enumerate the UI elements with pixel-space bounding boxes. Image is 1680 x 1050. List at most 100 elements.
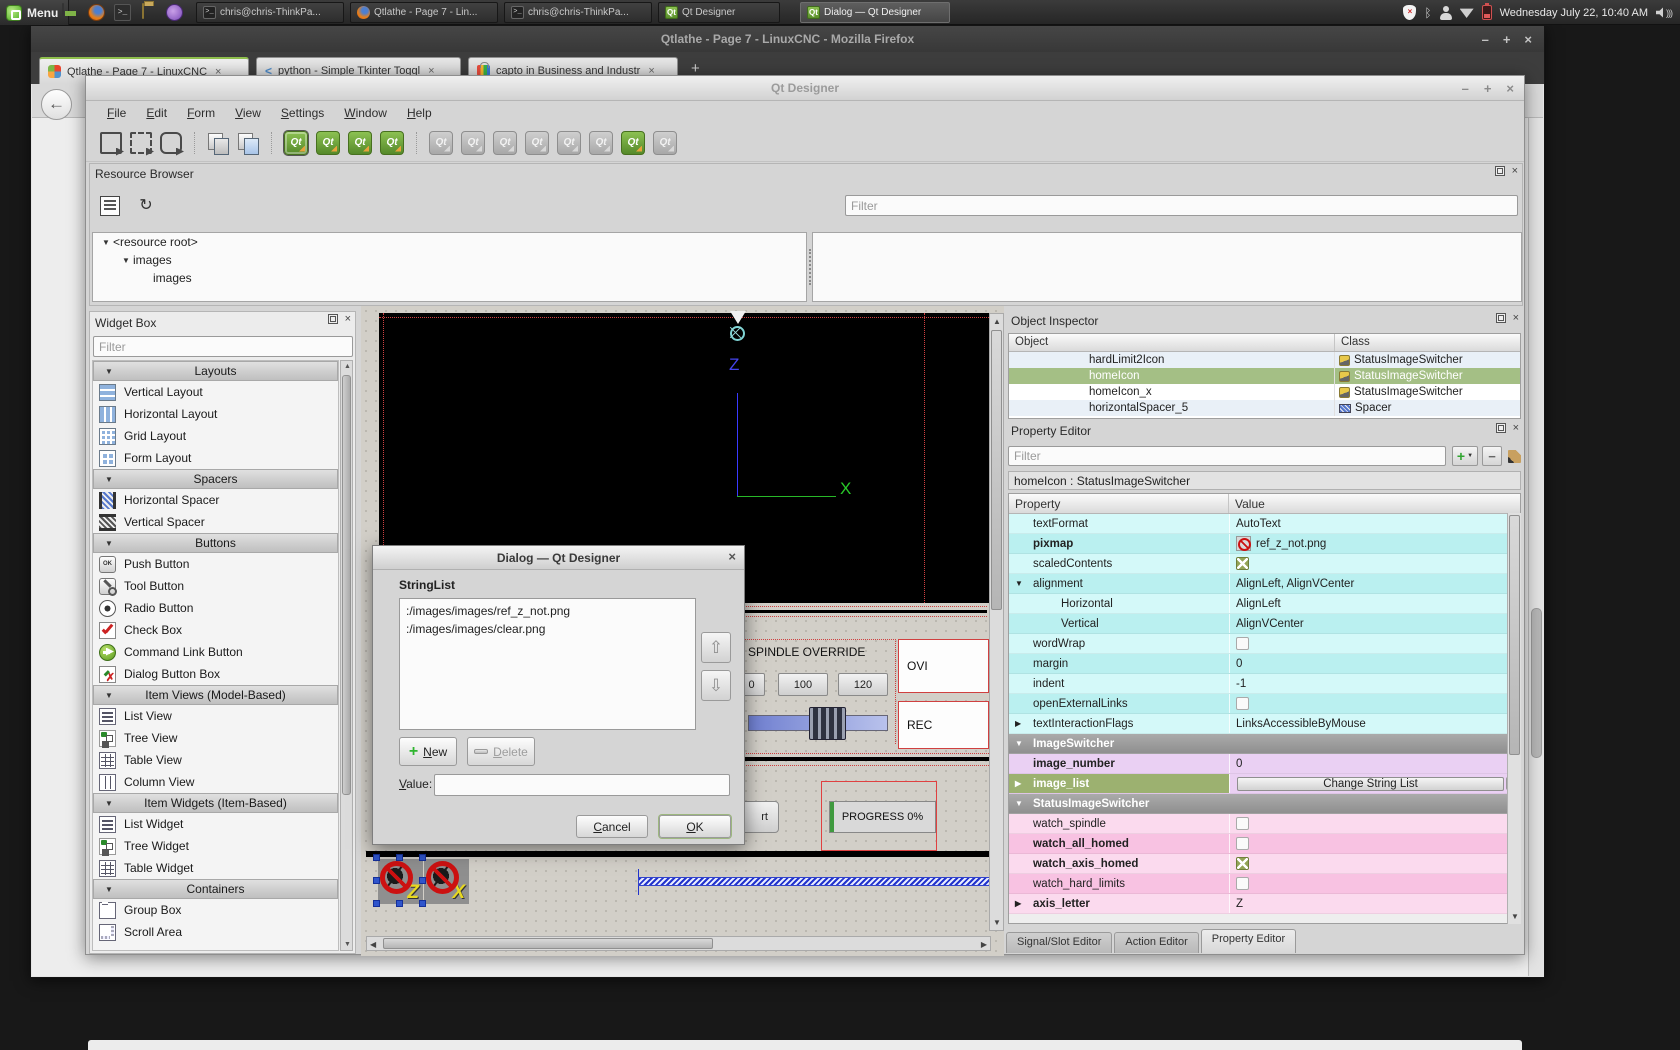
scroll-left-icon[interactable]: ◀: [370, 940, 376, 949]
qt-tool-disabled-icon[interactable]: Qt: [493, 131, 517, 155]
widget-list-view[interactable]: List View: [93, 705, 338, 727]
form-vertical-scrollbar[interactable]: ▲ ▼: [989, 313, 1004, 931]
expander-open-icon[interactable]: ▼: [1015, 739, 1023, 748]
maximize-icon[interactable]: +: [1503, 32, 1511, 47]
scrollbar-thumb[interactable]: [383, 938, 713, 949]
checkbox-unchecked-icon[interactable]: [1236, 697, 1249, 710]
resource-tree-panel[interactable]: ▼ <resource root> ▼ images images: [92, 232, 807, 302]
delete-button[interactable]: Delete: [467, 737, 535, 766]
edit-signals-icon[interactable]: [130, 132, 152, 154]
list-item[interactable]: :/images/images/ref_z_not.png: [406, 602, 689, 620]
edit-widgets-icon[interactable]: [100, 132, 122, 154]
close-icon[interactable]: ×: [728, 549, 736, 564]
bluetooth-icon[interactable]: ᛒ: [1424, 6, 1431, 20]
dock-float-icon[interactable]: [328, 314, 338, 324]
menu-form[interactable]: Form: [178, 103, 224, 123]
qt-titlebar[interactable]: Qt Designer – + ×: [86, 76, 1524, 101]
configure-button[interactable]: [1506, 446, 1522, 466]
widget-push-button[interactable]: OKPush Button: [93, 553, 338, 575]
expander-closed-icon[interactable]: ▶: [1015, 899, 1021, 908]
object-row-horizontalspacer[interactable]: horizontalSpacer_5 Spacer: [1009, 400, 1520, 416]
menu-file[interactable]: File: [98, 103, 135, 123]
selection-handle[interactable]: [396, 854, 403, 861]
widget-horizontal-spacer[interactable]: Horizontal Spacer: [93, 489, 338, 511]
property-filter-input[interactable]: [1008, 446, 1446, 466]
property-row[interactable]: ▶axis_letterZ: [1009, 894, 1520, 914]
property-row[interactable]: scaledContents: [1009, 554, 1520, 574]
category-buttons[interactable]: ▼Buttons: [93, 533, 338, 553]
ok-button[interactable]: OK: [659, 815, 731, 838]
tab-property-editor[interactable]: Property Editor: [1201, 929, 1296, 953]
tab-action-editor[interactable]: Action Editor: [1114, 932, 1198, 953]
widget-filter-input[interactable]: [93, 336, 353, 357]
firefox-launcher-icon[interactable]: [88, 4, 105, 21]
property-row-selected[interactable]: ▶image_listChange String List: [1009, 774, 1520, 794]
copy-icon[interactable]: [207, 132, 229, 154]
selection-handle[interactable]: [373, 854, 380, 861]
move-up-button[interactable]: ⇧: [701, 632, 731, 663]
close-icon[interactable]: ×: [1506, 81, 1514, 96]
dialog-titlebar[interactable]: Dialog — Qt Designer ×: [373, 546, 744, 570]
checkbox-unchecked-icon[interactable]: [1236, 817, 1249, 830]
tree-item-images[interactable]: ▼ images: [93, 251, 806, 269]
property-row[interactable]: image_number0: [1009, 754, 1520, 774]
form-horizontal-scrollbar[interactable]: ◀ ▶: [366, 936, 991, 951]
task-button-terminal-1[interactable]: >_ chris@chris-ThinkPa...: [196, 2, 344, 23]
firefox-titlebar[interactable]: Qtlathe - Page 7 - LinuxCNC - Mozilla Fi…: [31, 26, 1544, 52]
scroll-up-icon[interactable]: ▲: [343, 363, 352, 370]
checkbox-checked-icon[interactable]: [1236, 857, 1249, 870]
change-string-list-button[interactable]: Change String List: [1237, 777, 1504, 791]
category-containers[interactable]: ▼Containers: [93, 879, 338, 899]
object-row-homeicon-x[interactable]: homeIcon_x StatusImageSwitcher: [1009, 384, 1520, 400]
checkbox-checked-icon[interactable]: [1236, 557, 1249, 570]
widget-table-widget[interactable]: Table Widget: [93, 857, 338, 879]
scroll-up-icon[interactable]: ▲: [993, 317, 1001, 326]
scrollbar-thumb[interactable]: [1509, 515, 1520, 755]
menu-window[interactable]: Window: [335, 103, 396, 123]
scroll-down-icon[interactable]: ▼: [343, 941, 352, 948]
object-row-homeicon-selected[interactable]: homeIcon StatusImageSwitcher: [1009, 368, 1520, 384]
splitter-handle[interactable]: [809, 249, 813, 285]
widget-grid-layout[interactable]: Grid Layout: [93, 425, 338, 447]
show-desktop-icon[interactable]: [62, 3, 64, 19]
terminal-launcher-icon[interactable]: >_: [114, 4, 131, 21]
cancel-button[interactable]: Cancel: [576, 815, 648, 838]
category-item-widgets[interactable]: ▼Item Widgets (Item-Based): [93, 793, 338, 813]
property-table-header[interactable]: Property Value: [1009, 494, 1520, 514]
battery-icon[interactable]: [1482, 5, 1492, 20]
minimize-icon[interactable]: –: [1462, 81, 1469, 96]
paste-icon[interactable]: [237, 132, 259, 154]
menu-edit[interactable]: Edit: [137, 103, 176, 123]
override-button-120[interactable]: 120: [838, 673, 888, 696]
property-row[interactable]: watch_all_homed: [1009, 834, 1520, 854]
widget-table-view[interactable]: Table View: [93, 749, 338, 771]
expander-icon[interactable]: ▼: [119, 256, 133, 265]
qt-tool-disabled-icon[interactable]: Qt: [525, 131, 549, 155]
object-row-hardlimit2icon[interactable]: hardLimit2Icon StatusImageSwitcher: [1009, 352, 1520, 368]
widget-column-view[interactable]: Column View: [93, 771, 338, 793]
ref-z-not-image[interactable]: Z: [378, 859, 423, 904]
dock-float-icon[interactable]: [1495, 166, 1505, 176]
edit-buddies-icon[interactable]: [160, 132, 182, 154]
pidgin-launcher-icon[interactable]: [166, 4, 183, 21]
selection-handle[interactable]: [419, 900, 426, 907]
task-button-terminal-2[interactable]: >_ chris@chris-ThinkPa...: [504, 2, 652, 23]
widget-box-scrollbar[interactable]: ▲ ▼: [340, 360, 353, 951]
widget-list-widget[interactable]: List Widget: [93, 813, 338, 835]
object-tree-header[interactable]: Object Class: [1009, 334, 1520, 352]
scrollbar-thumb[interactable]: [991, 330, 1002, 610]
dock-close-icon[interactable]: ×: [1512, 166, 1518, 176]
expander-closed-icon[interactable]: ▶: [1015, 779, 1021, 788]
expander-closed-icon[interactable]: ▶: [1015, 719, 1021, 728]
widget-dialog-button-box[interactable]: Dialog Button Box: [93, 663, 338, 685]
maximize-icon[interactable]: +: [1484, 81, 1492, 96]
edit-resources-icon[interactable]: [100, 196, 120, 216]
widget-tool-button[interactable]: Tool Button: [93, 575, 338, 597]
scroll-right-icon[interactable]: ▶: [981, 940, 987, 949]
widget-vertical-layout[interactable]: Vertical Layout: [93, 381, 338, 403]
selection-handle[interactable]: [373, 900, 380, 907]
checkbox-unchecked-icon[interactable]: [1236, 837, 1249, 850]
tree-item-images-child[interactable]: images: [93, 269, 806, 287]
widget-scroll-area[interactable]: Scroll Area: [93, 921, 338, 943]
property-row[interactable]: HorizontalAlignLeft: [1009, 594, 1520, 614]
